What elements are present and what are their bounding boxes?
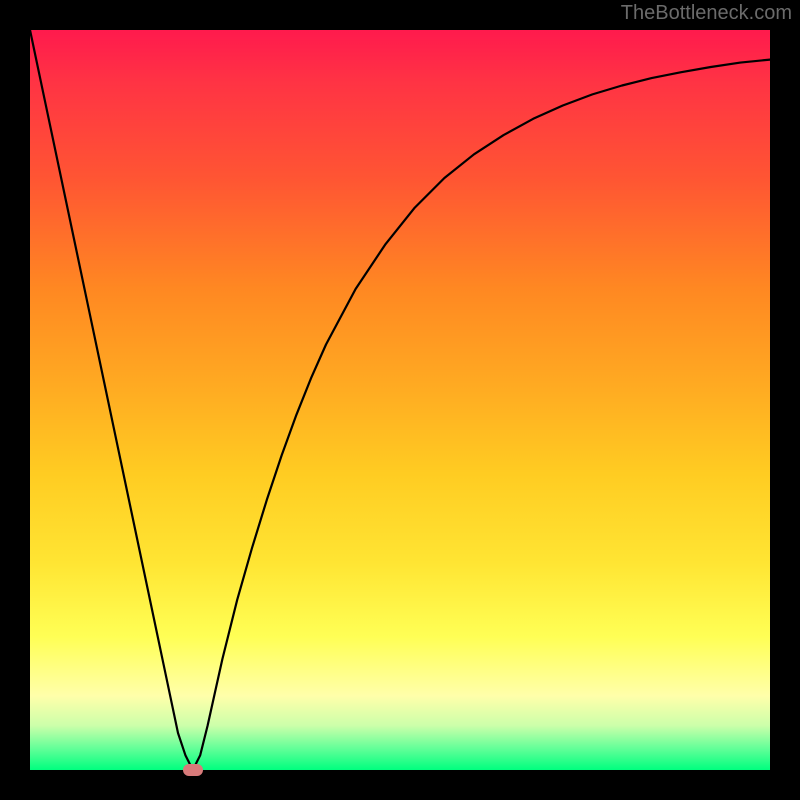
minimum-marker	[183, 764, 203, 776]
plot-area	[30, 30, 770, 770]
watermark-text: TheBottleneck.com	[621, 2, 792, 25]
bottleneck-curve-path	[30, 30, 770, 770]
curve-svg	[30, 30, 770, 770]
chart-frame: TheBottleneck.com	[0, 0, 800, 800]
